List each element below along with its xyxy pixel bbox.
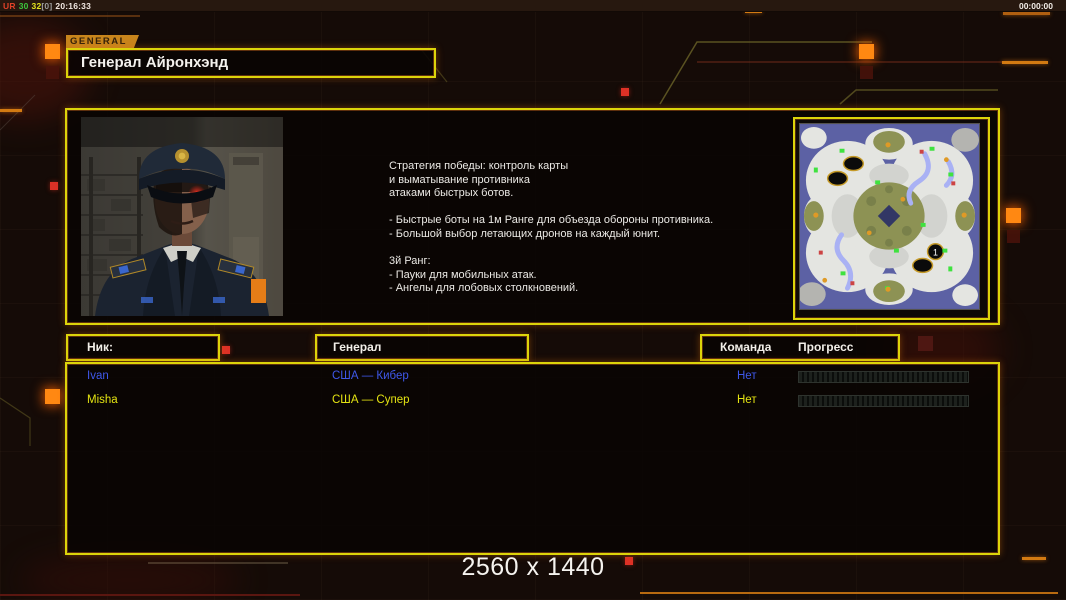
game-lobby-screen: UR 30 32[0] 20:16:33 00:00:00 GENERAL Генер… [0,0,1066,600]
status-part: 32 [31,1,42,11]
decor-square [860,66,873,79]
top-status-bar: UR 30 32[0] 20:16:33 00:00:00 [0,0,1066,12]
decor-dash [1002,61,1048,64]
status-clock: 20:16:33 [55,1,92,11]
match-timer: 00:00:00 [1018,1,1053,11]
player-team: Нет [737,394,757,406]
decor-square [918,336,933,351]
decor-dash [1003,12,1050,15]
players-panel: Ivan США — Кибер Нет Misha США — Супер Н… [65,362,1000,555]
general-portrait-image [81,117,283,316]
header-team-progress: Команда Прогресс [700,334,900,361]
player-nick: Misha [87,394,118,406]
status-part: UR [3,1,16,11]
map-frame: 1 [798,123,980,310]
strategy-description: Стратегия победы: контроль карты и вымат… [389,160,714,295]
map-preview: 1 [793,117,990,320]
player-general: США — Супер [332,394,410,406]
decor-dash [0,109,22,112]
header-progress-label: Прогресс [798,340,854,354]
map-preview-image: 1 [798,124,979,309]
decor-square [50,182,58,190]
player-row: Ivan США — Кибер Нет [67,366,998,390]
decor-square [859,44,874,59]
decor-square [1006,208,1021,223]
tab-general[interactable]: GENERAL [66,35,139,48]
player-progress-bar [798,371,969,383]
player-team: Нет [737,370,757,382]
header-general: Генерал [315,334,529,361]
decor-square [1007,230,1020,243]
status-readout: UR 30 32[0] 20:16:33 [3,1,94,11]
status-part: 30 [18,1,29,11]
decor-square [45,389,60,404]
decor-square [222,346,230,354]
player-general: США — Кибер [332,370,409,382]
header-team-label: Команда [720,340,772,354]
player-progress-bar [798,395,969,407]
decor-square [46,66,59,79]
player-row: Misha США — Супер Нет [67,390,998,414]
status-part: [0] [41,1,53,11]
page-title: Генерал Айронхэнд [81,54,229,71]
header-nick-label: Ник: [87,340,114,354]
resolution-label: 2560 x 1440 [461,553,605,581]
header-nick: Ник: [66,334,220,361]
general-title-box: Генерал Айронхэнд [66,48,436,78]
player-nick: Ivan [87,370,109,382]
header-general-label: Генерал [333,340,382,354]
decor-square [45,44,60,59]
decor-square [621,88,629,96]
map-start-position-1: 1 [933,248,938,258]
briefing-panel: Стратегия победы: контроль карты и вымат… [65,108,1000,325]
